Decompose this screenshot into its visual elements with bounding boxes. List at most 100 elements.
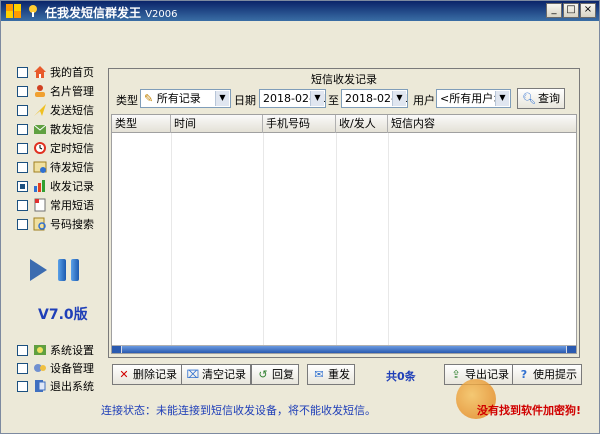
chevron-down-icon[interactable]: ▼ bbox=[495, 91, 509, 106]
minimize-button[interactable]: _ bbox=[546, 3, 562, 18]
checkbox[interactable] bbox=[17, 123, 28, 135]
date-to-picker[interactable]: 2018-02-01 ▼ bbox=[341, 89, 408, 108]
checkbox[interactable] bbox=[17, 380, 28, 392]
play-icon[interactable] bbox=[30, 259, 47, 281]
checkbox[interactable] bbox=[17, 362, 28, 374]
calendar-dropdown-icon[interactable]: ▼ bbox=[392, 91, 406, 106]
sidebar-item-label: 发送短信 bbox=[50, 104, 94, 117]
checkbox[interactable] bbox=[17, 180, 28, 192]
sidebar-item-number-search[interactable]: 号码搜索 bbox=[17, 215, 99, 233]
title-bar[interactable]: 任我发短信群发王 V2006 _ □ × bbox=[1, 1, 599, 21]
table-header: 类型 时间 手机号码 收/发人 短信内容 bbox=[112, 115, 576, 133]
sidebar-item-label: 退出系统 bbox=[50, 380, 94, 393]
column-divider bbox=[336, 133, 337, 351]
version-label: V7.0版 bbox=[38, 307, 88, 323]
checkbox[interactable] bbox=[17, 66, 28, 78]
date-label: 日期 bbox=[234, 94, 256, 107]
checkbox[interactable] bbox=[17, 199, 28, 211]
sidebar-item-system-settings[interactable]: 系统设置 bbox=[17, 341, 99, 359]
broom-icon: ⌧ bbox=[186, 367, 200, 381]
pending-sms-icon bbox=[32, 160, 47, 175]
column-header-type[interactable]: 类型 bbox=[112, 115, 171, 133]
delete-record-button[interactable]: ✕ 删除记录 bbox=[112, 364, 182, 385]
horizontal-scrollbar[interactable] bbox=[112, 345, 576, 353]
sidebar-item-label: 收发记录 bbox=[50, 180, 94, 193]
pause-icon[interactable] bbox=[58, 259, 82, 281]
sidebar-item-home[interactable]: 我的首页 bbox=[17, 63, 99, 81]
alarm-clock-icon bbox=[32, 141, 47, 156]
records-table[interactable]: 类型 时间 手机号码 收/发人 短信内容 bbox=[111, 114, 577, 354]
sidebar-item-pending-sms[interactable]: 待发短信 bbox=[17, 158, 99, 176]
type-label: 类型 bbox=[116, 94, 138, 107]
sidebar-item-label: 定时短信 bbox=[50, 142, 94, 155]
record-count: 共0条 bbox=[386, 370, 416, 383]
magnifier-icon: 🔍︎ bbox=[522, 91, 536, 105]
column-header-contact[interactable]: 收/发人 bbox=[336, 115, 388, 133]
close-button[interactable]: × bbox=[580, 3, 596, 18]
house-icon bbox=[32, 65, 47, 80]
connection-status: 连接状态：未能连接到短信收发设备，将不能收发短信。 bbox=[101, 404, 376, 417]
red-x-icon: ✕ bbox=[119, 367, 129, 381]
device-icon bbox=[32, 361, 47, 376]
sidebar-item-broadcast-sms[interactable]: 散发短信 bbox=[17, 120, 99, 138]
checkbox[interactable] bbox=[17, 104, 28, 116]
broadcast-sms-icon bbox=[32, 122, 47, 137]
chevron-down-icon[interactable]: ▼ bbox=[215, 91, 229, 106]
usage-tips-button[interactable]: ? 使用提示 bbox=[512, 364, 582, 385]
export-icon: ⇪ bbox=[451, 367, 461, 381]
query-button[interactable]: 🔍︎ 查询 bbox=[517, 88, 565, 109]
scroll-left-arrow[interactable] bbox=[112, 346, 121, 353]
type-select[interactable]: ✎ 所有记录 ▼ bbox=[140, 89, 231, 108]
scroll-right-arrow[interactable] bbox=[567, 346, 576, 353]
checkbox[interactable] bbox=[17, 85, 28, 97]
sidebar-item-label: 名片管理 bbox=[50, 85, 94, 98]
contact-card-icon bbox=[32, 84, 47, 99]
checkbox[interactable] bbox=[17, 344, 28, 356]
sidebar-item-label: 设备管理 bbox=[50, 362, 94, 375]
main-window: 任我发短信群发王 V2006 _ □ × 我的首页 名片管理 发送短信 散发短信 bbox=[0, 0, 600, 434]
column-header-phone[interactable]: 手机号码 bbox=[263, 115, 336, 133]
resend-icon: ✉ bbox=[314, 367, 324, 381]
exit-icon bbox=[32, 379, 47, 394]
sidebar-item-label: 号码搜索 bbox=[50, 218, 94, 231]
sidebar-item-label: 待发短信 bbox=[50, 161, 94, 174]
sidebar-item-phrases[interactable]: 常用短语 bbox=[17, 196, 99, 214]
number-search-icon bbox=[32, 217, 47, 232]
date-to-label: 至 bbox=[328, 94, 339, 107]
scroll-thumb[interactable] bbox=[122, 346, 566, 353]
phrase-book-icon bbox=[32, 198, 47, 213]
column-divider bbox=[263, 133, 264, 351]
bar-chart-icon bbox=[32, 179, 47, 194]
send-sms-icon bbox=[32, 103, 47, 118]
filter-bar: 类型 ✎ 所有记录 ▼ 日期 2018-02-01 ▼ 至 2018-02-01… bbox=[109, 88, 579, 111]
sidebar-item-records[interactable]: 收发记录 bbox=[17, 177, 99, 195]
sidebar-item-label: 常用短语 bbox=[50, 199, 94, 212]
sidebar-item-contacts[interactable]: 名片管理 bbox=[17, 82, 99, 100]
column-header-time[interactable]: 时间 bbox=[171, 115, 263, 133]
user-label: 用户 bbox=[413, 94, 435, 107]
sidebar-item-label: 系统设置 bbox=[50, 344, 94, 357]
panel-title: 短信收发记录 bbox=[311, 73, 377, 86]
dongle-warning: 没有找到软件加密狗! bbox=[477, 404, 582, 417]
sidebar-item-scheduled-sms[interactable]: 定时短信 bbox=[17, 139, 99, 157]
checkbox[interactable] bbox=[17, 218, 28, 230]
column-header-content[interactable]: 短信内容 bbox=[388, 115, 576, 133]
app-logo-icon bbox=[6, 4, 21, 18]
maximize-button[interactable]: □ bbox=[563, 3, 579, 18]
date-from-picker[interactable]: 2018-02-01 ▼ bbox=[259, 89, 326, 108]
sidebar-item-device-management[interactable]: 设备管理 bbox=[17, 359, 99, 377]
user-select[interactable]: <所有用户> ▼ bbox=[436, 89, 511, 108]
sidebar-item-label: 散发短信 bbox=[50, 123, 94, 136]
clear-records-button[interactable]: ⌧ 清空记录 bbox=[181, 364, 251, 385]
checkbox[interactable] bbox=[17, 142, 28, 154]
column-divider bbox=[171, 133, 172, 351]
app-badge-icon bbox=[29, 5, 37, 17]
calendar-dropdown-icon[interactable]: ▼ bbox=[310, 91, 324, 106]
sidebar-item-exit[interactable]: 退出系统 bbox=[17, 377, 99, 395]
system-settings-icon bbox=[32, 343, 47, 358]
reply-button[interactable]: ↺ 回复 bbox=[251, 364, 299, 385]
checkbox[interactable] bbox=[17, 161, 28, 173]
sidebar-item-send-sms[interactable]: 发送短信 bbox=[17, 101, 99, 119]
resend-button[interactable]: ✉ 重发 bbox=[307, 364, 355, 385]
column-divider bbox=[388, 133, 389, 351]
